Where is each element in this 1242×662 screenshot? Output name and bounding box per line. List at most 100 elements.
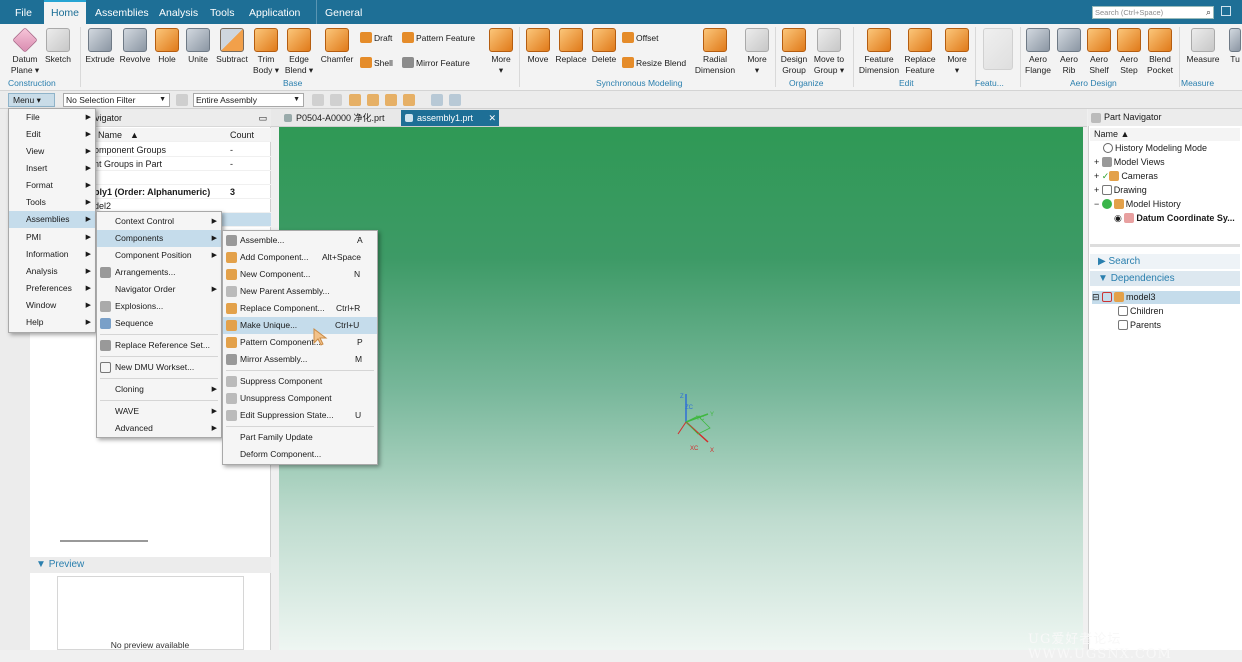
group-synchronous-modeling[interactable]: Synchronous Modeling	[596, 78, 682, 88]
menu-item-pattern-component[interactable]: Pattern Component... P	[223, 334, 377, 351]
filter-icon[interactable]	[176, 94, 188, 106]
ribbon-overflow-button[interactable]: Tu	[1228, 28, 1242, 65]
menu-item-cloning[interactable]: Cloning ▶	[97, 381, 221, 398]
tree-item-cameras[interactable]: + ✓ Cameras	[1094, 170, 1158, 183]
restore-window-icon[interactable]	[1221, 6, 1231, 16]
tab-analysis[interactable]: Analysis	[152, 0, 205, 24]
menu-item-information[interactable]: Information ▶	[9, 246, 95, 263]
tree-item-children[interactable]: Children	[1118, 305, 1164, 318]
group-feature[interactable]: Featu...	[975, 78, 1004, 88]
group-construction[interactable]: Construction	[8, 78, 56, 88]
blend-pocket-button[interactable]: Blend Pocket	[1145, 28, 1175, 76]
menu-item-view[interactable]: View ▶	[9, 143, 95, 160]
tab-file[interactable]: File	[8, 0, 39, 24]
pattern-feature-button[interactable]: Pattern Feature	[402, 32, 475, 44]
menu-item-analysis[interactable]: Analysis ▶	[9, 263, 95, 280]
tab-tools[interactable]: Tools	[203, 0, 242, 24]
mirror-feature-button[interactable]: Mirror Feature	[402, 57, 470, 69]
menu-item-edit[interactable]: Edit ▶	[9, 126, 95, 143]
subtract-button[interactable]: Subtract	[214, 28, 250, 65]
tab-assemblies[interactable]: Assemblies	[88, 0, 156, 24]
tab-document-assembly1[interactable]: assembly1.prt ✕	[401, 110, 499, 126]
menu-item-explosions[interactable]: Explosions...	[97, 298, 221, 315]
shell-button[interactable]: Shell	[360, 57, 393, 69]
replace-feature-button[interactable]: Replace Feature	[900, 28, 940, 76]
sync-more-button[interactable]: More ▾	[743, 28, 771, 76]
menu-item-replace-reference-set[interactable]: Replace Reference Set...	[97, 337, 221, 354]
assembly-scope-select[interactable]: Entire Assembly ▼	[193, 93, 304, 107]
snap-center-icon[interactable]	[385, 94, 397, 106]
horizontal-scrollbar[interactable]	[60, 540, 148, 542]
menu-item-assemblies[interactable]: Assemblies ▶	[9, 211, 95, 228]
draft-button[interactable]: Draft	[360, 32, 392, 44]
aero-step-button[interactable]: Aero Step	[1115, 28, 1143, 76]
menu-item-arrangements[interactable]: Arrangements...	[97, 264, 221, 281]
tree-item-parents[interactable]: Parents	[1118, 319, 1161, 332]
menu-item-add-component[interactable]: Add Component... Alt+Space	[223, 249, 377, 266]
menu-item-advanced[interactable]: Advanced ▶	[97, 420, 221, 437]
menu-item-replace-component[interactable]: Replace Component... Ctrl+R	[223, 300, 377, 317]
tab-general[interactable]: General	[316, 0, 369, 24]
menu-item-deform-component[interactable]: Deform Component...	[223, 446, 377, 463]
menu-item-unsuppress-component[interactable]: Unsuppress Component	[223, 390, 377, 407]
tab-document-p0504[interactable]: P0504-A0000 净化.prt	[280, 110, 391, 126]
menu-item-window[interactable]: Window ▶	[9, 297, 95, 314]
design-group-button[interactable]: Design Group	[778, 28, 810, 76]
unite-button[interactable]: Unite	[184, 28, 212, 65]
close-icon[interactable]: ✕	[488, 110, 496, 126]
replace-face-button[interactable]: Replace	[555, 28, 587, 65]
menu-item-wave[interactable]: WAVE ▶	[97, 403, 221, 420]
offset-face-button[interactable]: Offset	[622, 32, 659, 44]
group-aero-design[interactable]: Aero Design	[1070, 78, 1117, 88]
resize-blend-button[interactable]: Resize Blend	[622, 57, 686, 69]
menu-item-file[interactable]: File ▶	[9, 109, 95, 126]
menu-item-sequence[interactable]: Sequence	[97, 315, 221, 332]
view-orient-icon[interactable]	[431, 94, 443, 106]
chamfer-button[interactable]: Chamfer	[318, 28, 356, 65]
edit-more-button[interactable]: More ▾	[943, 28, 971, 76]
tree-item-datum-csys[interactable]: ◉ Datum Coordinate Sy...	[1114, 212, 1235, 225]
search-section-header[interactable]: ▶ Search	[1090, 254, 1240, 269]
snap-point-icon[interactable]	[330, 94, 342, 106]
datum-plane-button[interactable]: Datum Plane ▾	[6, 27, 44, 76]
menu-item-part-family-update[interactable]: Part Family Update	[223, 429, 377, 446]
tab-home[interactable]: Home	[44, 0, 87, 24]
snap-control-icon[interactable]	[403, 94, 415, 106]
base-more-button[interactable]: More ▾	[487, 28, 515, 76]
maximize-panel-icon[interactable]: ▭	[258, 109, 267, 127]
aero-shelf-button[interactable]: Aero Shelf	[1085, 28, 1113, 76]
tree-item-drawing[interactable]: + Drawing	[1094, 184, 1147, 197]
trim-body-button[interactable]: Trim Body ▾	[252, 28, 280, 76]
tree-item-model-views[interactable]: + Model Views	[1094, 156, 1165, 169]
menu-item-pmi[interactable]: PMI ▶	[9, 229, 95, 246]
menu-item-edit-suppression-state[interactable]: Edit Suppression State... U	[223, 407, 377, 424]
menu-item-component-position[interactable]: Component Position ▶	[97, 247, 221, 264]
menu-item-context-control[interactable]: Context Control ▶	[97, 213, 221, 230]
menu-item-new-parent-assembly[interactable]: New Parent Assembly...	[223, 283, 377, 300]
aero-flange-button[interactable]: Aero Flange	[1024, 28, 1052, 76]
extrude-button[interactable]: Extrude	[84, 28, 116, 65]
menu-item-format[interactable]: Format ▶	[9, 177, 95, 194]
group-edit[interactable]: Edit	[899, 78, 914, 88]
tree-item-history-mode[interactable]: History Modeling Mode	[1103, 142, 1207, 155]
part-navigator-column-header[interactable]: Name ▲	[1090, 128, 1240, 141]
selection-filter-select[interactable]: No Selection Filter ▼	[63, 93, 170, 107]
edge-blend-button[interactable]: Edge Blend ▾	[284, 28, 314, 76]
menu-item-tools[interactable]: Tools ▶	[9, 194, 95, 211]
feature-dimension-button[interactable]: Feature Dimension	[857, 28, 901, 76]
graphics-viewport[interactable]	[279, 127, 1083, 650]
dependencies-section-header[interactable]: ▼ Dependencies	[1090, 271, 1240, 286]
tab-application[interactable]: Application	[242, 0, 307, 24]
menu-item-make-unique[interactable]: Make Unique... Ctrl+U	[223, 317, 377, 334]
tree-item-model-history[interactable]: − Model History	[1094, 198, 1181, 211]
menu-item-preferences[interactable]: Preferences ▶	[9, 280, 95, 297]
radial-dimension-button[interactable]: Radial Dimension	[693, 28, 737, 76]
preview-section-header[interactable]: ▼ Preview	[30, 557, 271, 573]
panel-splitter[interactable]	[1090, 244, 1240, 247]
group-organize[interactable]: Organize	[789, 78, 824, 88]
snap-end-icon[interactable]	[349, 94, 361, 106]
menu-item-assemble[interactable]: Assemble... A	[223, 232, 377, 249]
menu-item-mirror-assembly[interactable]: Mirror Assembly... M	[223, 351, 377, 368]
menu-item-components[interactable]: Components ▶	[97, 230, 221, 247]
delete-face-button[interactable]: Delete	[589, 28, 619, 65]
